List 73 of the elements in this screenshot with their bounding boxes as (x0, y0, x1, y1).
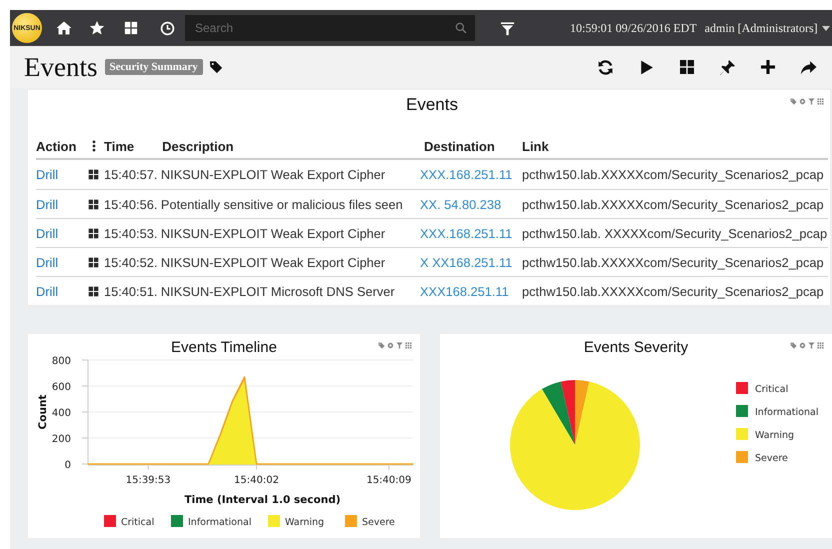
tick-label: 15:40:02 (234, 475, 279, 486)
plus-icon[interactable] (760, 59, 776, 75)
axis-title: Count (37, 394, 49, 430)
event-description: 15:40:52. NIKSUN-EXPLOIT Weak Export Cipher (103, 254, 386, 270)
filter-icon[interactable] (500, 20, 515, 36)
axis-title: Time (Interval 1.0 second) (184, 494, 341, 506)
tick-label: 600 (52, 382, 71, 393)
grid-icon (88, 286, 99, 296)
grid-icon (88, 228, 99, 238)
destination-link[interactable]: XX. 54.80.238 (420, 196, 502, 212)
drill-link[interactable]: Drill (36, 196, 58, 212)
column-header[interactable]: Destination (420, 138, 495, 154)
page-title: Events (24, 52, 98, 82)
legend-label[interactable]: Critical (121, 517, 154, 528)
grid-icon (88, 169, 99, 180)
destination-link[interactable]: XXX168.251.11 (420, 284, 509, 298)
grid-icon (88, 198, 99, 210)
table-cell-text: pcthw150.lab.XXXXXcom/Security_Scenarios2_pcap (521, 167, 824, 182)
legend-label[interactable]: Warning (755, 430, 794, 441)
table-cell-text: pcthw150.lab.XXXXXcom/Security_Scenarios2_pcap (521, 196, 824, 212)
share-icon[interactable] (800, 58, 817, 76)
play-icon[interactable] (638, 58, 655, 76)
star-icon[interactable] (89, 20, 105, 36)
legend-label[interactable]: Warning (285, 517, 324, 528)
panel-title: Events (406, 95, 458, 115)
event-description: 15:40:51. NIKSUN-EXPLOIT Microsoft DNS Server (103, 284, 395, 298)
drill-link[interactable]: Drill (36, 226, 58, 240)
drill-link[interactable]: Drill (36, 167, 58, 182)
event-description: 15:40:57. NIKSUN-EXPLOIT Weak Export Cipher (103, 167, 386, 182)
drill-link[interactable]: Drill (36, 254, 58, 270)
table-cell-text: pcthw150.lab. XXXXXcom/Security_Scenarios2_pcap (521, 226, 828, 240)
column-header[interactable]: Time (104, 138, 134, 154)
destination-link[interactable]: XXX.168.251.11 (420, 226, 512, 240)
panel-title: Events Timeline (171, 339, 277, 356)
event-description: 15:40:56. Potentially sensitive or malicious files seen (103, 196, 403, 212)
summary-tag[interactable]: Security Summary (104, 59, 203, 75)
event-description: 15:40:53. NIKSUN-EXPLOIT Weak Export Cipher (103, 226, 386, 240)
clock-icon[interactable] (160, 20, 175, 36)
caret-icon[interactable] (822, 26, 830, 30)
tag-icon[interactable] (208, 60, 223, 74)
home-icon[interactable] (56, 20, 72, 36)
grid-icon[interactable] (124, 21, 138, 35)
table-cell-text: pcthw150.lab.XXXXXcom/Security_Scenarios2_pcap (521, 254, 824, 270)
legend-label[interactable]: Severe (755, 453, 788, 464)
user-menu[interactable]: admin [Administrators] (704, 20, 818, 36)
legend-label[interactable]: Informational (755, 407, 818, 418)
destination-link[interactable]: X XX168.251.11 (420, 254, 512, 270)
search-field[interactable]: Search (185, 15, 475, 41)
tick-label: 800 (52, 356, 71, 367)
tick-label: 400 (52, 408, 71, 419)
column-header[interactable]: Action (36, 138, 76, 154)
destination-link[interactable]: XXX.168.251.11 (420, 167, 512, 182)
drill-link[interactable]: Drill (36, 284, 58, 298)
legend-label[interactable]: Severe (362, 517, 395, 528)
gear-icon[interactable] (799, 98, 806, 105)
refresh-icon[interactable] (597, 58, 614, 76)
date-time: 10:59:01 09/26/2016 EDT (570, 20, 697, 36)
pin-icon[interactable] (719, 58, 736, 76)
grid-icon[interactable] (679, 59, 695, 75)
column-header[interactable]: Description (162, 138, 234, 154)
tick-label: 0 (64, 460, 71, 471)
gear-icon[interactable] (387, 342, 394, 349)
panel-title: Events Severity (584, 339, 688, 356)
legend-label[interactable]: Critical (755, 384, 788, 395)
column-header[interactable]: Link (519, 138, 549, 154)
tick-label: 200 (52, 434, 71, 445)
tick-label: 15:39:53 (126, 475, 171, 486)
gear-icon[interactable] (799, 342, 806, 349)
table-cell-text: pcthw150.lab.XXXXXcom/Security_Scenarios2_pcap (521, 284, 824, 298)
search-icon[interactable] (455, 22, 467, 34)
legend-label[interactable]: Informational (188, 517, 252, 528)
tick-label: 15:40:09 (366, 475, 412, 486)
grid-icon (88, 256, 99, 268)
